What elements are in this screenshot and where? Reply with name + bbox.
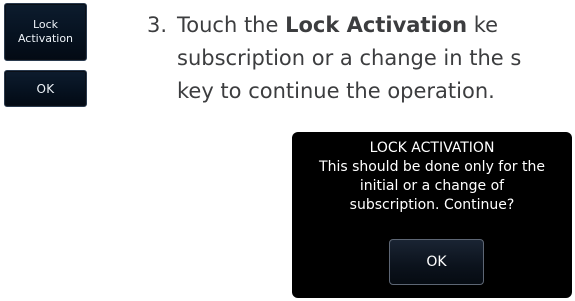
instruction-line-3: key to continue the operation. xyxy=(177,79,495,103)
instruction-key-name: Lock Activation xyxy=(285,13,468,37)
instruction-line1-post: ke xyxy=(467,13,499,37)
lock-activation-key[interactable]: Lock Activation xyxy=(4,3,87,61)
dialog-message-line: subscription. Continue? xyxy=(349,197,515,213)
lock-activation-dialog: LOCK ACTIVATION This should be done only… xyxy=(292,132,572,298)
instruction-step: 3. Touch the Lock Activation ke subscript… xyxy=(147,9,575,108)
dialog-ok-button[interactable]: OK xyxy=(389,239,484,285)
step-number: 3. xyxy=(147,13,168,37)
dialog-message-line: This should be done only for the xyxy=(319,159,545,175)
lock-activation-key-line2: Activation xyxy=(17,32,74,45)
ok-key[interactable]: OK xyxy=(4,70,87,107)
instruction-line-2: subscription or a change in the s xyxy=(177,46,522,70)
dialog-message-line: initial or a change of xyxy=(359,178,505,194)
instruction-line1-pre: Touch the xyxy=(177,13,286,37)
dialog-title: LOCK ACTIVATION xyxy=(369,140,495,156)
dialog-message: This should be done only for the initial… xyxy=(292,158,572,215)
instruction-line-1: 3. Touch the Lock Activation ke xyxy=(147,9,575,42)
lock-activation-key-line1: Lock xyxy=(32,18,59,31)
